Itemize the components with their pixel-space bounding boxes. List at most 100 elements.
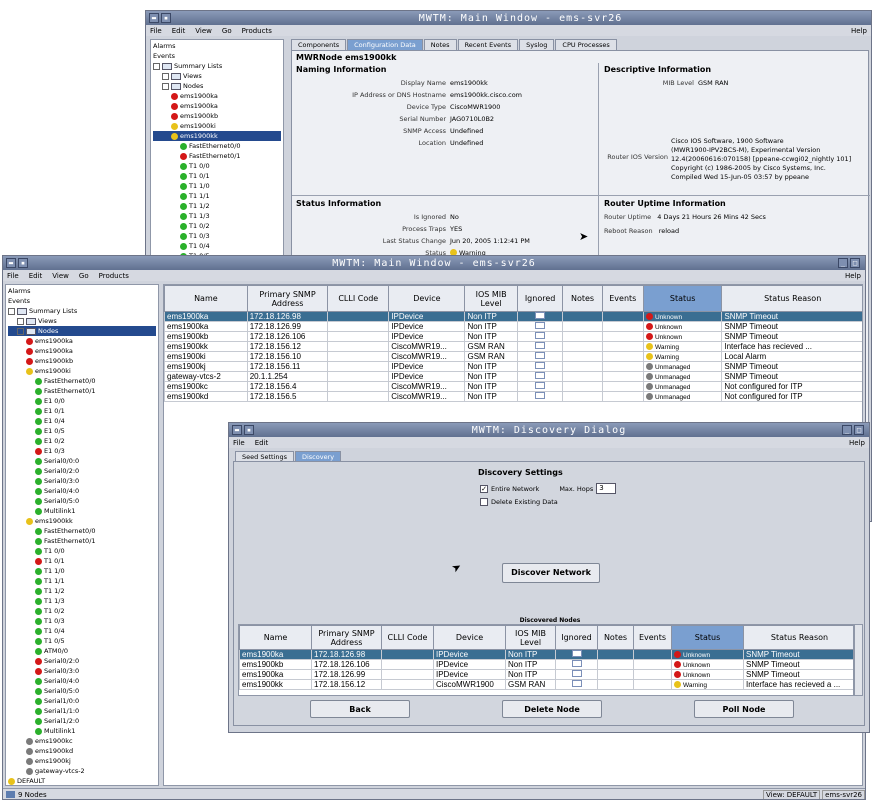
- column-header[interactable]: Ignored: [555, 625, 598, 650]
- menu-help[interactable]: Help: [851, 27, 867, 35]
- menu-view[interactable]: View: [52, 272, 69, 280]
- tree-node[interactable]: Serial0/3:0: [8, 666, 156, 676]
- ignored-checkbox[interactable]: [535, 382, 546, 389]
- tree-node[interactable]: Views: [8, 316, 156, 326]
- column-header[interactable]: Name: [164, 285, 248, 312]
- tree-node[interactable]: FastEthernet0/0: [8, 376, 156, 386]
- tree-node[interactable]: T1 0/3: [8, 616, 156, 626]
- tree-node[interactable]: Serial0/4:0: [8, 486, 156, 496]
- table-row[interactable]: ems1900kb 172.18.126.106 IPDevice Non ITP Un…: [239, 659, 853, 670]
- pin-icon[interactable]: ▪: [244, 425, 254, 435]
- tree-node[interactable]: Serial1/2:0: [8, 716, 156, 726]
- menu-products[interactable]: Products: [242, 27, 272, 35]
- tree-node[interactable]: ems1900kc: [8, 736, 156, 746]
- tree-node[interactable]: FastEthernet0/0: [153, 141, 281, 151]
- tree-node[interactable]: Views: [153, 71, 281, 81]
- discovered-scrollbar[interactable]: [854, 624, 863, 696]
- table-row[interactable]: ems1900kd 172.18.156.5 CiscoMWR19... Non IT…: [164, 391, 862, 402]
- tree-node[interactable]: T1 0/5: [8, 636, 156, 646]
- tree-node[interactable]: Serial0/3:0: [8, 476, 156, 486]
- tree-node[interactable]: Serial0/5:0: [8, 496, 156, 506]
- column-header[interactable]: Primary SNMP Address: [246, 285, 329, 312]
- minimize-icon[interactable]: _: [842, 425, 852, 435]
- tree-node[interactable]: T1 1/3: [153, 211, 281, 221]
- tree-node[interactable]: Events: [153, 51, 281, 61]
- ignored-checkbox[interactable]: [571, 680, 582, 687]
- maximize-icon[interactable]: □: [850, 258, 860, 268]
- tree-node[interactable]: Serial0/4:0: [8, 676, 156, 686]
- tree-node[interactable]: ems1900ki: [153, 121, 281, 131]
- ignored-checkbox[interactable]: [571, 650, 582, 657]
- poll-node-button[interactable]: Poll Node: [694, 700, 794, 718]
- tree-node[interactable]: T1 1/0: [153, 181, 281, 191]
- tree-node[interactable]: T1 0/4: [153, 241, 281, 251]
- ignored-checkbox[interactable]: [571, 670, 582, 677]
- column-header[interactable]: Primary SNMP Address: [311, 625, 382, 650]
- column-header[interactable]: Status Reason: [743, 625, 853, 650]
- table-row[interactable]: ems1900kc 172.18.156.4 CiscoMWR19... Non IT…: [164, 381, 862, 392]
- tree-node[interactable]: Serial0/2:0: [8, 656, 156, 666]
- menu-help[interactable]: Help: [845, 272, 861, 280]
- window-menu-icon[interactable]: ▬: [232, 425, 242, 435]
- tree-node[interactable]: T1 0/0: [8, 546, 156, 556]
- tree-node[interactable]: E1 0/2: [8, 436, 156, 446]
- column-header[interactable]: CLLI Code: [381, 625, 434, 650]
- tree-node[interactable]: E1 0/0: [8, 396, 156, 406]
- ignored-checkbox[interactable]: [571, 660, 582, 667]
- tree-node[interactable]: Nodes: [153, 81, 281, 91]
- column-header[interactable]: Device: [433, 625, 506, 650]
- tree-node[interactable]: ems1900kk: [8, 516, 156, 526]
- tab-syslog[interactable]: Syslog: [519, 39, 555, 50]
- menu-file[interactable]: File: [150, 27, 162, 35]
- back-title-bar[interactable]: ▬ ▪ MWTM: Main Window - ems-svr26: [146, 11, 871, 25]
- table-row[interactable]: ems1900kk 172.18.156.12 CiscoMWR19... GSM R…: [164, 341, 862, 352]
- column-header[interactable]: Name: [239, 625, 312, 650]
- tree-node[interactable]: T1 1/1: [153, 191, 281, 201]
- menu-products[interactable]: Products: [99, 272, 129, 280]
- tree-node[interactable]: T1 1/1: [8, 576, 156, 586]
- ignored-checkbox[interactable]: [535, 332, 546, 339]
- delete-existing-checkbox[interactable]: [480, 498, 488, 506]
- table-row[interactable]: gateway-vtcs-2 20.1.1.254 IPDevice Non ITP U…: [164, 371, 862, 382]
- tree-node[interactable]: ems1900ka: [153, 101, 281, 111]
- tree-node[interactable]: Alarms: [8, 286, 156, 296]
- entire-network-checkbox[interactable]: ✓: [480, 484, 488, 493]
- column-header[interactable]: Notes: [597, 625, 634, 650]
- column-header[interactable]: Device: [388, 285, 466, 312]
- tree-node[interactable]: Serial1/0:0: [8, 696, 156, 706]
- expand-toggle-icon[interactable]: [17, 327, 24, 335]
- table-row[interactable]: ems1900kb 172.18.126.106 IPDevice Non ITP Un…: [164, 331, 862, 342]
- table-row[interactable]: ems1900ki 172.18.156.10 CiscoMWR19... GSM R…: [164, 351, 862, 362]
- expand-toggle-icon[interactable]: [153, 62, 160, 70]
- table-row[interactable]: ems1900ka 172.18.126.99 IPDevice Non ITP Unk…: [164, 321, 862, 332]
- ignored-checkbox[interactable]: [535, 372, 546, 379]
- column-header[interactable]: Status: [671, 625, 744, 650]
- ignored-checkbox[interactable]: [535, 322, 546, 329]
- tree-node[interactable]: E1 0/4: [8, 416, 156, 426]
- main-navigation-tree[interactable]: Alarms Events Summary Lists Views Nodes ems19…: [5, 284, 159, 786]
- table-row[interactable]: ems1900kk 172.18.156.12 CiscoMWR1900 GSM RA…: [239, 679, 853, 690]
- tree-node[interactable]: T1 0/1: [8, 556, 156, 566]
- tree-node[interactable]: Summary Lists: [153, 61, 281, 71]
- dialog-title-bar[interactable]: ▬ ▪ MWTM: Discovery Dialog _ □: [229, 423, 869, 437]
- tree-node[interactable]: DEFAULT: [8, 776, 156, 785]
- tree-node[interactable]: T1 1/2: [8, 586, 156, 596]
- tree-node[interactable]: FastEthernet0/0: [8, 526, 156, 536]
- tab-cpu-processes[interactable]: CPU Processes: [555, 39, 617, 50]
- tree-node[interactable]: Summary Lists: [8, 306, 156, 316]
- tree-node[interactable]: T1 1/2: [153, 201, 281, 211]
- tab-recent-events[interactable]: Recent Events: [457, 39, 519, 50]
- tree-node[interactable]: ems1900ka: [153, 91, 281, 101]
- column-header[interactable]: Status: [642, 285, 723, 312]
- tree-node[interactable]: T1 0/3: [153, 231, 281, 241]
- max-hops-input[interactable]: 3: [596, 483, 617, 494]
- tree-node[interactable]: T1 1/0: [8, 566, 156, 576]
- tree-node[interactable]: Multilink1: [8, 726, 156, 736]
- column-header[interactable]: Notes: [562, 285, 603, 312]
- maximize-icon[interactable]: □: [854, 425, 864, 435]
- expand-toggle-icon[interactable]: [8, 307, 15, 315]
- tree-node[interactable]: E1 0/1: [8, 406, 156, 416]
- tree-node[interactable]: E1 0/3: [8, 446, 156, 456]
- tree-node[interactable]: T1 1/3: [8, 596, 156, 606]
- menu-view[interactable]: View: [195, 27, 212, 35]
